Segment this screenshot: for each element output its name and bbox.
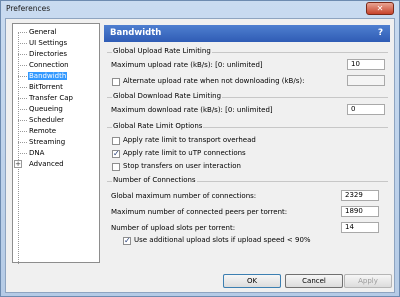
tree-connector-line	[18, 32, 19, 264]
tree-branch	[18, 76, 27, 77]
tree-branch	[18, 109, 27, 110]
tree-item-remote[interactable]: Remote	[28, 126, 57, 136]
ok-button[interactable]: OK	[223, 274, 281, 288]
tree-branch	[18, 43, 27, 44]
download-rate-group: Global Download Rate Limiting Maximum do…	[107, 92, 388, 119]
tree-item-ui-settings[interactable]: UI Settings	[28, 38, 68, 48]
rate-limit-options-group: Global Rate Limit Options Apply rate lim…	[107, 122, 388, 173]
group-title: Global Rate Limit Options	[112, 122, 204, 130]
tree-item-connection[interactable]: Connection	[28, 60, 70, 70]
tree-branch	[18, 65, 27, 66]
window-title: Preferences	[6, 4, 51, 13]
tree-item-label: Queueing	[29, 105, 63, 113]
tree-item-bittorrent[interactable]: BitTorrent	[28, 82, 64, 92]
upload-slots-label: Number of upload slots per torrent:	[111, 224, 236, 232]
tree-branch	[18, 153, 27, 154]
upload-slots-input[interactable]: 14	[341, 222, 379, 233]
global-connections-label: Global maximum number of connections:	[111, 192, 257, 200]
group-title: Global Download Rate Limiting	[112, 92, 223, 100]
tree-item-scheduler[interactable]: Scheduler	[28, 115, 65, 125]
global-connections-input[interactable]: 2329	[341, 190, 379, 201]
close-icon[interactable]: ✕	[366, 2, 394, 15]
tree-item-label: Directories	[29, 50, 68, 58]
tree-branch	[18, 87, 27, 88]
tree-item-label: Advanced	[29, 160, 64, 168]
preferences-window: Preferences ✕ General UI Settings Direct…	[0, 0, 400, 297]
category-tree[interactable]: General UI Settings Directories Connecti…	[12, 23, 100, 264]
cancel-button[interactable]: Cancel	[285, 274, 343, 288]
tree-item-label: BitTorrent	[29, 83, 63, 91]
apply-button[interactable]: Apply	[344, 274, 392, 288]
extra-upload-slots-checkbox[interactable]	[123, 236, 131, 245]
alt-upload-input[interactable]	[347, 75, 385, 86]
tree-item-dna[interactable]: DNA	[28, 148, 45, 158]
bandwidth-panel: Bandwidth ? Global Upload Rate Limiting …	[104, 25, 390, 265]
tree-item-bandwidth[interactable]: Bandwidth	[28, 71, 68, 81]
tree-item-label: Transfer Cap	[29, 94, 73, 102]
tree-item-streaming[interactable]: Streaming	[28, 137, 66, 147]
tree-branch	[18, 142, 27, 143]
title-bar[interactable]: Preferences ✕	[1, 1, 399, 17]
tree-item-label: Scheduler	[29, 116, 65, 124]
max-upload-label: Maximum upload rate (kB/s): [0: unlimite…	[111, 61, 263, 69]
checkbox-label: Apply rate limit to uTP connections	[123, 149, 246, 157]
connections-group: Number of Connections Global maximum num…	[107, 176, 388, 261]
tree-item-advanced[interactable]: Advanced	[28, 159, 65, 169]
dialog-body: General UI Settings Directories Connecti…	[5, 18, 395, 293]
tree-branch	[18, 32, 27, 33]
tree-item-label: General	[29, 28, 57, 36]
tree-item-label: Remote	[29, 127, 57, 135]
peers-per-torrent-label: Maximum number of connected peers per to…	[111, 208, 288, 216]
tree-item-queueing[interactable]: Queueing	[28, 104, 64, 114]
transport-overhead-checkbox[interactable]	[112, 137, 120, 145]
extra-upload-slots-label: Use additional upload slots if upload sp…	[134, 236, 311, 244]
upload-rate-group: Global Upload Rate Limiting Maximum uplo…	[107, 47, 388, 92]
tree-item-label: DNA	[29, 149, 45, 157]
tree-branch	[18, 131, 27, 132]
tree-item-label: Connection	[29, 61, 69, 69]
tree-item-label: UI Settings	[29, 39, 68, 47]
tree-item-label: Bandwidth	[28, 72, 68, 80]
tree-item-transfer-cap[interactable]: Transfer Cap	[28, 93, 74, 103]
max-upload-input[interactable]: 10	[347, 59, 385, 70]
utp-connections-checkbox[interactable]	[112, 149, 120, 158]
tree-branch	[18, 54, 27, 55]
expand-plus-icon[interactable]: +	[14, 160, 22, 168]
tree-branch	[18, 120, 27, 121]
panel-title: Bandwidth	[110, 28, 162, 38]
max-download-input[interactable]: 0	[347, 104, 385, 115]
tree-item-directories[interactable]: Directories	[28, 49, 68, 59]
alt-upload-checkbox[interactable]	[112, 78, 120, 86]
group-title: Number of Connections	[112, 176, 197, 184]
checkbox-label: Stop transfers on user interaction	[123, 162, 241, 170]
tree-branch	[18, 98, 27, 99]
max-download-label: Maximum download rate (kB/s): [0: unlimi…	[111, 106, 273, 114]
stop-on-interaction-checkbox[interactable]	[112, 163, 120, 171]
alt-upload-label: Alternate upload rate when not downloadi…	[123, 77, 305, 85]
tree-item-label: Streaming	[29, 138, 66, 146]
help-icon[interactable]: ?	[375, 28, 386, 39]
checkbox-label: Apply rate limit to transport overhead	[123, 136, 256, 144]
tree-item-general[interactable]: General	[28, 27, 58, 37]
panel-header: Bandwidth ?	[104, 25, 390, 42]
peers-per-torrent-input[interactable]: 1890	[341, 206, 379, 217]
group-title: Global Upload Rate Limiting	[112, 47, 212, 55]
